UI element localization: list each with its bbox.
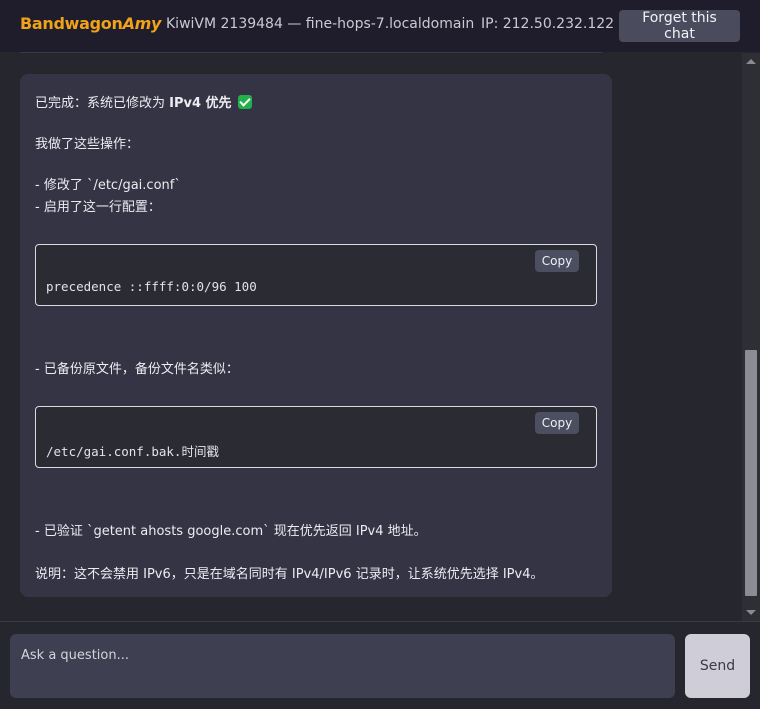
- copy-button[interactable]: Copy: [535, 412, 579, 434]
- message-line-edit: - 修改了 `/etc/gai.conf`: [35, 178, 181, 193]
- code-block: Copy /etc/gai.conf.bak.时间戳: [35, 406, 597, 468]
- vm-info: KiwiVM 2139484 — fine-hops-7.localdomain: [166, 16, 475, 32]
- status-text: 已完成：系统已修改为: [35, 96, 170, 111]
- message-line-backup: - 已备份原文件，备份文件名类似：: [35, 362, 239, 377]
- message-line-status: 已完成：系统已修改为 IPv4 优先: [35, 92, 252, 111]
- logo-accent-text: Amy: [122, 14, 162, 33]
- assistant-message: 已完成：系统已修改为 IPv4 优先 我做了这些操作： - 修改了 `/etc/…: [20, 74, 612, 597]
- scroll-down-arrow-icon[interactable]: [746, 610, 756, 615]
- code-block: Copy precedence ::ffff:0:0/96 100: [35, 244, 597, 306]
- app-logo: BandwagonAmy: [20, 14, 161, 33]
- chat-scrollbar[interactable]: [742, 53, 760, 621]
- forget-chat-button[interactable]: Forget this chat: [619, 10, 740, 42]
- question-input[interactable]: [10, 634, 675, 698]
- composer-bar: Send: [0, 621, 760, 709]
- send-button[interactable]: Send: [685, 634, 750, 698]
- message-line-intro: 我做了这些操作：: [35, 137, 140, 152]
- logo-main-text: Bandwagon: [20, 14, 123, 33]
- message-line-verify: - 已验证 `getent ahosts google.com` 现在优先返回 …: [35, 524, 427, 539]
- scroll-thumb[interactable]: [745, 350, 757, 596]
- status-bold-text: IPv4 优先: [169, 96, 232, 111]
- copy-button[interactable]: Copy: [535, 250, 579, 272]
- message-line-note: 说明：这不会禁用 IPv6，只是在域名同时有 IPv4/IPv6 记录时，让系统…: [35, 567, 544, 582]
- header-bar: BandwagonAmy KiwiVM 2139484 — fine-hops-…: [0, 0, 760, 52]
- ip-info: IP: 212.50.232.122: [481, 16, 615, 32]
- chat-area: 已完成：系统已修改为 IPv4 优先 我做了这些操作： - 修改了 `/etc/…: [0, 53, 742, 621]
- scroll-up-arrow-icon[interactable]: [746, 59, 756, 64]
- code-text: precedence ::ffff:0:0/96 100: [46, 279, 257, 294]
- message-line-enable: - 启用了这一行配置：: [35, 200, 161, 215]
- check-mark-icon: [237, 95, 252, 109]
- code-text: /etc/gai.conf.bak.时间戳: [46, 444, 219, 459]
